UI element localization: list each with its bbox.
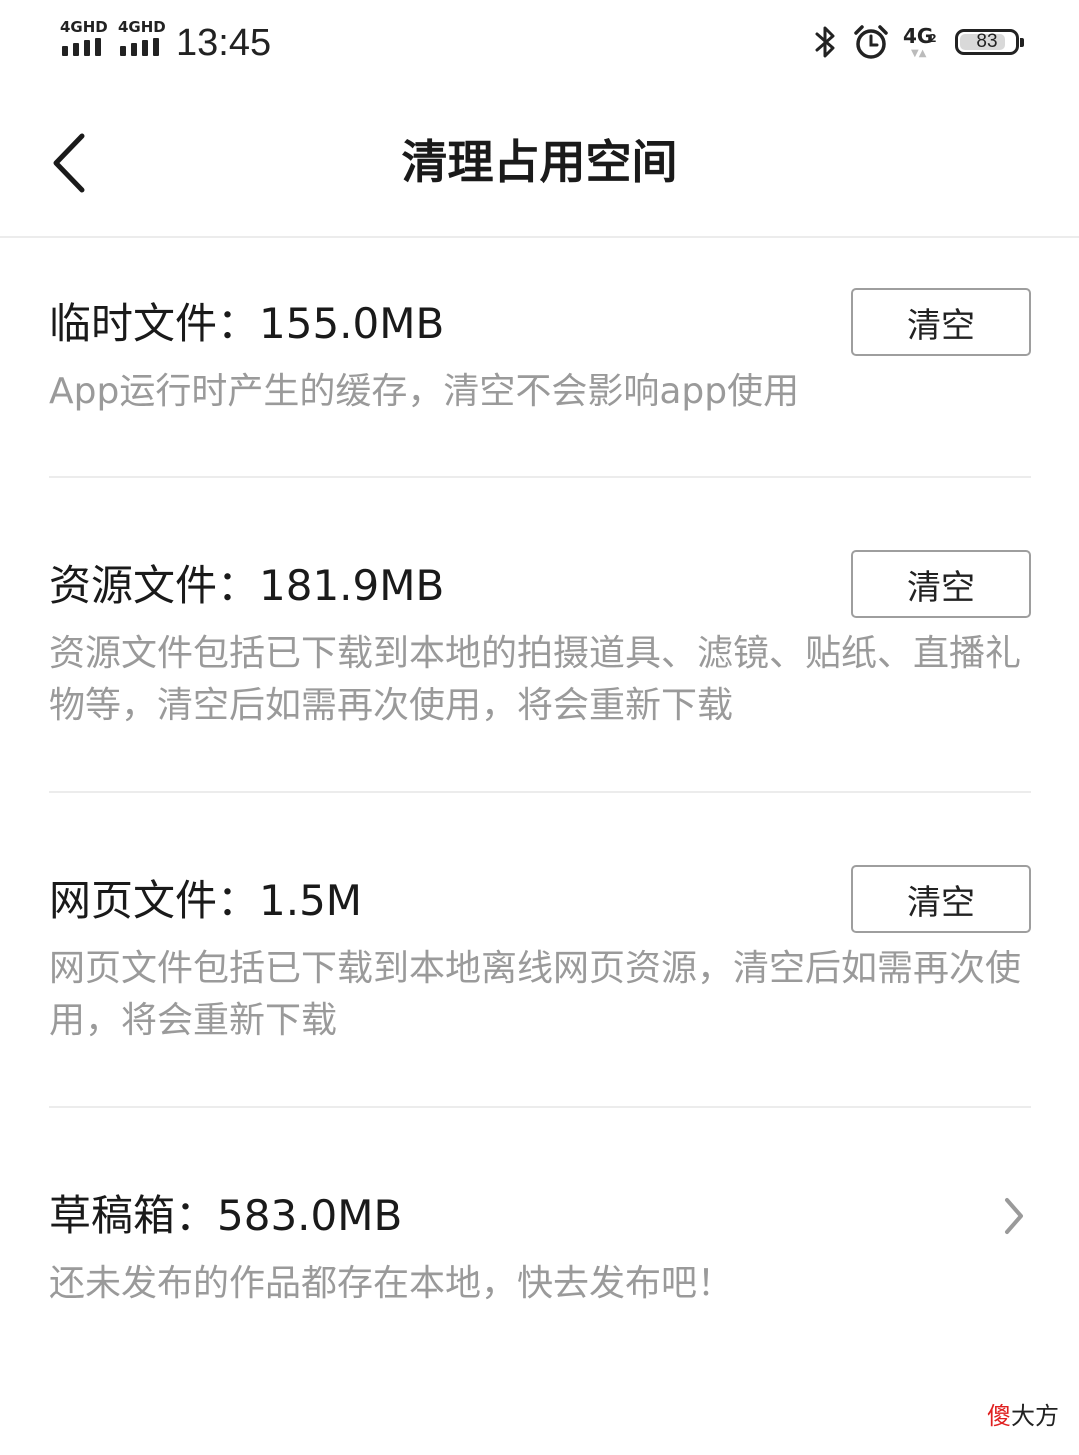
temp-files-section: 临时文件：155.0MB 清空 App运行时产生的缓存，清空不会影响app使用 [49, 288, 1031, 478]
divider [49, 476, 1031, 478]
sim2-network-label: 4GHD [118, 18, 166, 36]
watermark-part1: 傻 [987, 1402, 1011, 1430]
network-sub-label: 2 [929, 32, 937, 45]
drafts-section[interactable]: 草稿箱：583.0MB 还未发布的作品都存在本地，快去发布吧！ [49, 1188, 1031, 1318]
watermark: 傻大方 [987, 1396, 1059, 1431]
sim1-signal-icon: 4GHD [60, 20, 110, 60]
web-files-title: 网页文件：1.5M [49, 876, 363, 925]
bluetooth-icon [813, 24, 839, 60]
divider [49, 791, 1031, 793]
drafts-title: 草稿箱：583.0MB [49, 1191, 403, 1240]
clear-temp-files-button[interactable]: 清空 [851, 288, 1031, 356]
web-files-description: 网页文件包括已下载到本地离线网页资源，清空后如需再次使用，将会重新下载 [49, 948, 1022, 1041]
temp-files-title: 临时文件：155.0MB [49, 299, 445, 348]
resource-files-section: 资源文件：181.9MB 清空 资源文件包括已下载到本地的拍摄道具、滤镜、贴纸、… [49, 550, 1031, 793]
status-icons: 4G 2 ▼▲ 83 [813, 20, 1024, 64]
drafts-description: 还未发布的作品都存在本地，快去发布吧！ [49, 1263, 734, 1304]
chevron-right-icon[interactable] [1003, 1196, 1025, 1236]
web-files-section: 网页文件：1.5M 清空 网页文件包括已下载到本地离线网页资源，清空后如需再次使… [49, 865, 1031, 1108]
sim1-network-label: 4GHD [60, 18, 108, 36]
temp-files-description: App运行时产生的缓存，清空不会影响app使用 [49, 371, 800, 412]
mobile-network-icon: 4G 2 ▼▲ [903, 24, 937, 59]
battery-icon: 83 [955, 29, 1024, 55]
divider [49, 1106, 1031, 1108]
battery-level: 83 [976, 31, 998, 52]
sim2-signal-icon: 4GHD [118, 20, 168, 60]
alarm-icon [853, 24, 889, 60]
resource-files-title: 资源文件：181.9MB [49, 561, 445, 610]
watermark-part2: 大方 [1011, 1402, 1059, 1430]
page-title: 清理占用空间 [401, 135, 678, 189]
clear-web-files-button[interactable]: 清空 [851, 865, 1031, 933]
clear-resource-files-button[interactable]: 清空 [851, 550, 1031, 618]
resource-files-description: 资源文件包括已下载到本地的拍摄道具、滤镜、贴纸、直播礼物等，清空后如需再次使用，… [49, 633, 1022, 726]
status-bar: 4GHD 4GHD 13:45 4G 2 ▼▲ 83 [0, 0, 1079, 88]
nav-bar: 清理占用空间 [0, 88, 1079, 238]
status-time: 13:45 [176, 22, 272, 64]
